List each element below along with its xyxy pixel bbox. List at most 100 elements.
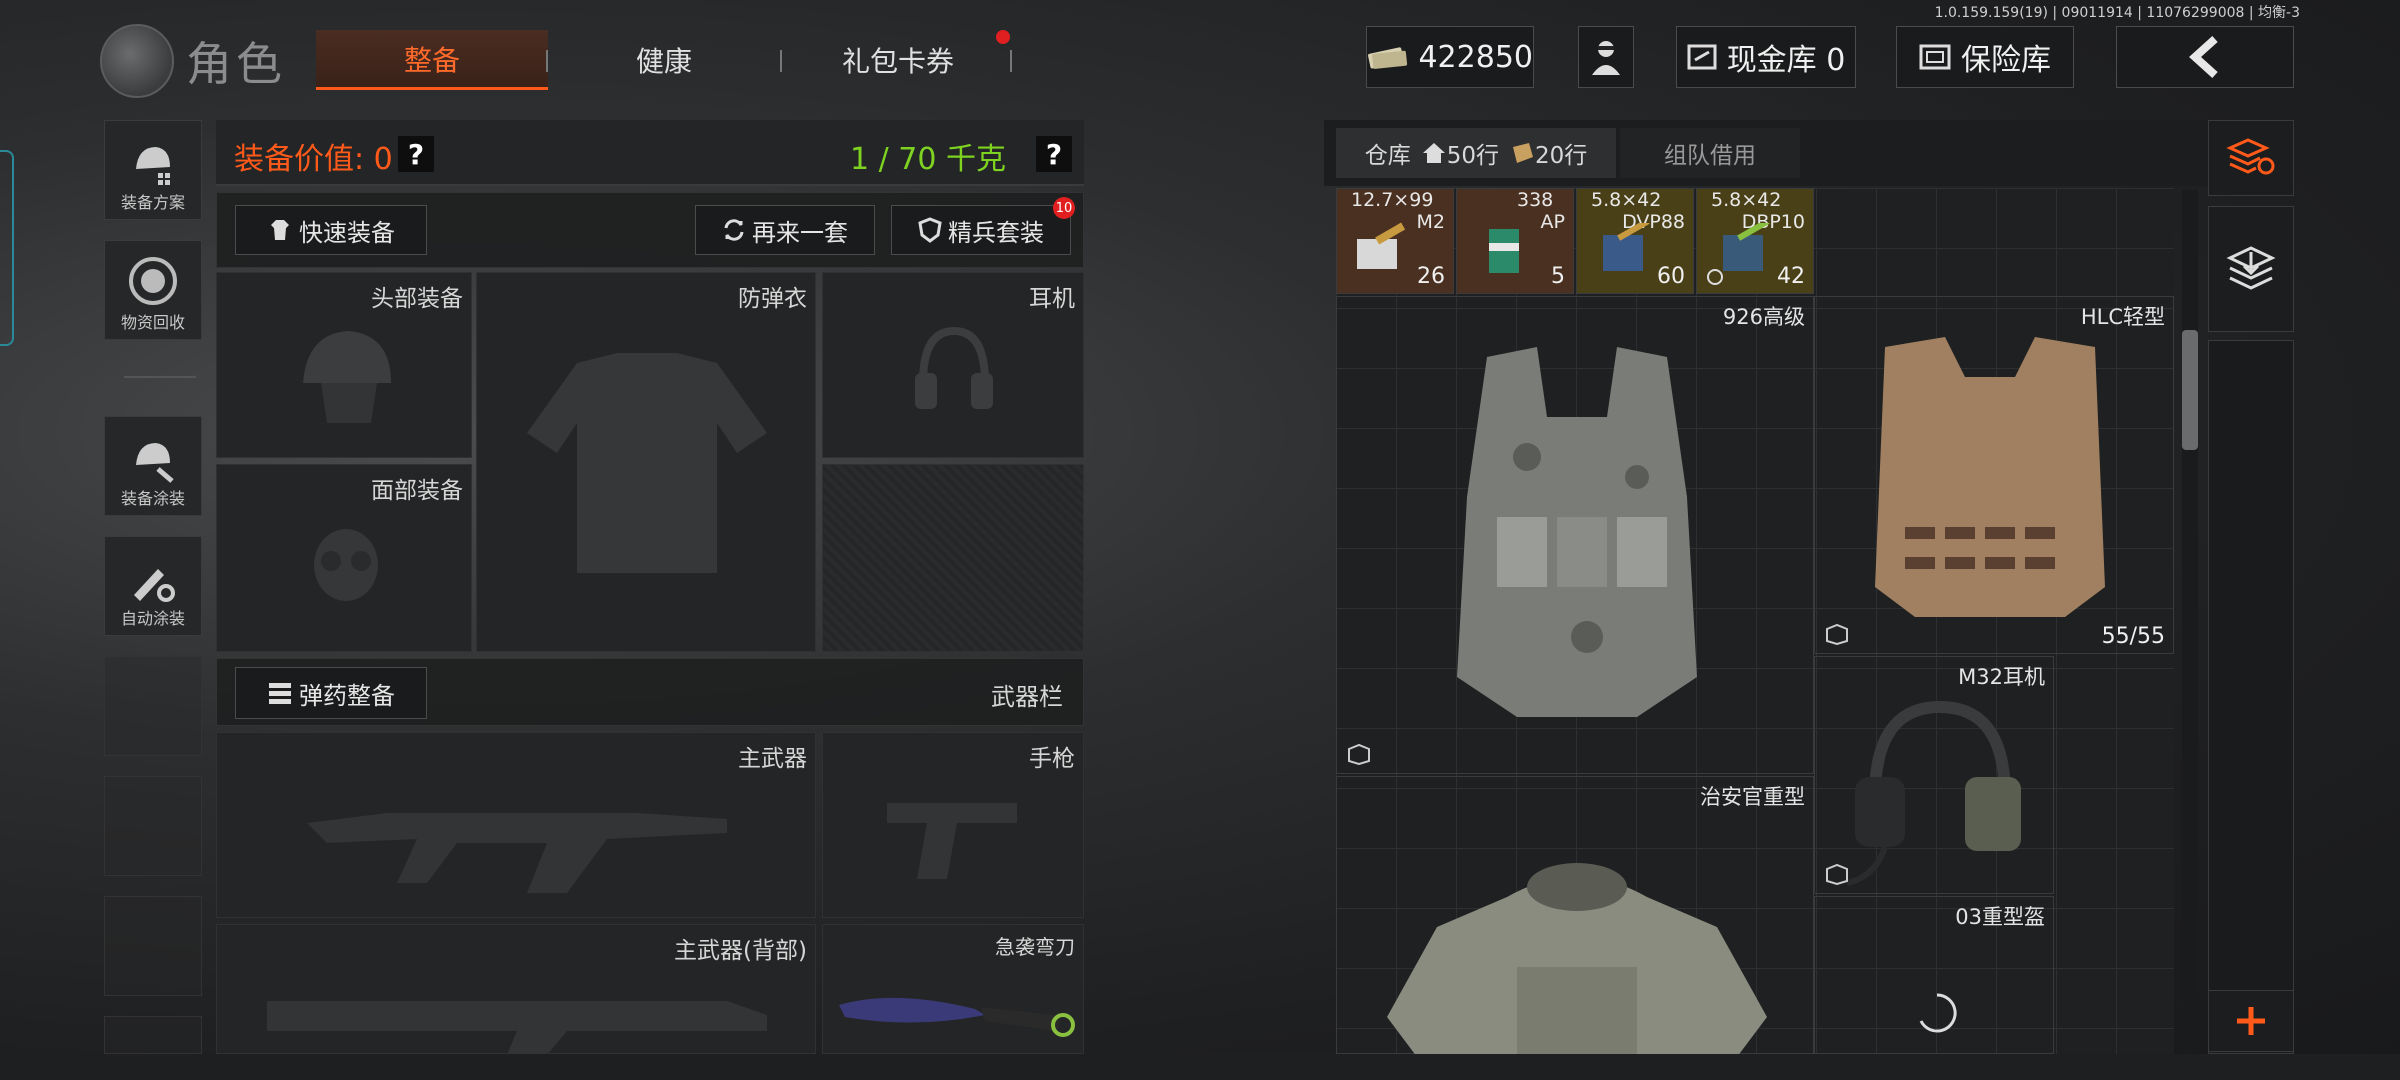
item-hlc-durability: 55/55 <box>2101 624 2165 649</box>
cash-vault-label: 现金库 0 <box>1726 43 1846 78</box>
ammo-caliber: 12.7×99 <box>1351 189 1434 211</box>
ammo-caliber: 338 <box>1517 189 1554 211</box>
slot-armor[interactable]: 防弹衣 <box>476 272 816 652</box>
item-m32-headset[interactable]: M32耳机 <box>1814 656 2054 894</box>
version-info: 1.0.159.159(19) | 09011914 | 11076299008… <box>1934 5 2300 21</box>
ammo-count: 26 <box>1417 264 1445 289</box>
tab-gift[interactable]: 礼包卡券 <box>782 30 1014 90</box>
slot-primary-back[interactable]: 主武器(背部) <box>216 924 816 1055</box>
ammo-item[interactable]: 338 AP 5 <box>1456 188 1574 294</box>
tab-equip[interactable]: 整备 <box>316 30 548 90</box>
sidebar-plan-label: 装备方案 <box>120 193 185 212</box>
elite-set-button[interactable]: 精兵套装 <box>891 205 1071 255</box>
loading-spinner-icon <box>1919 993 1957 1033</box>
sidebar-empty-slot <box>104 896 202 996</box>
weight-value: 1 / 70 千克 <box>850 142 1006 177</box>
ammo-caliber: 5.8×42 <box>1711 189 1782 211</box>
ammo-equip-label: 弹药整备 <box>299 681 395 710</box>
sidebar-empty-slot <box>104 776 202 876</box>
slot-head[interactable]: 头部装备 <box>216 272 472 458</box>
sidebar-recycle[interactable]: 物资回收 <box>104 240 202 340</box>
ammo-box-icon <box>1723 223 1770 271</box>
helmet-skin-icon <box>136 443 174 483</box>
slot-ear-label: 耳机 <box>1029 286 1075 312</box>
tab-team-borrow[interactable]: 组队借用 <box>1620 128 1800 178</box>
elite-badge: 10 <box>1053 197 1075 219</box>
slot-primary[interactable]: 主武器 <box>216 732 816 918</box>
item-helmet-03[interactable]: 03重型盔 <box>1814 896 2054 1054</box>
tab-warehouse[interactable]: 仓库 50行 20行 <box>1336 128 1616 178</box>
item-hlc-vest[interactable]: HLC轻型 55/55 <box>1814 296 2174 654</box>
sort-button[interactable] <box>2208 120 2294 196</box>
store-all-button[interactable] <box>2208 206 2294 332</box>
headset-silhouette-icon <box>915 326 993 409</box>
quick-equip-button[interactable]: 快速装备 <box>235 205 427 255</box>
tab-health[interactable]: 健康 <box>548 30 780 90</box>
warehouse-rows-ext: 20行 <box>1535 143 1588 169</box>
equipment-value: 装备价值: 0 <box>234 142 393 177</box>
item-police-name: 治安官重型 <box>1700 785 1805 809</box>
slot-head-label: 头部装备 <box>371 286 463 312</box>
safe-icon <box>1919 44 1951 70</box>
ammo-item[interactable]: 5.8×42 DBP10 42 <box>1696 188 1814 294</box>
add-button[interactable] <box>2208 990 2294 1052</box>
slot-primary-back-label: 主武器(背部) <box>674 938 807 964</box>
ammo-box-icon <box>1357 222 1406 269</box>
globe-icon <box>100 24 174 98</box>
ammo-count: 5 <box>1551 264 1565 289</box>
knife-icon <box>839 997 1075 1037</box>
ticket-icon <box>1513 143 1533 163</box>
elite-set-label: 精兵套装 <box>948 218 1044 247</box>
safe-vault-label: 保险库 <box>1961 43 2051 78</box>
notification-dot <box>996 30 1010 44</box>
right-column-fill <box>2208 340 2294 1054</box>
shirt-icon <box>271 220 289 240</box>
page-title: 角色 <box>186 37 286 91</box>
plus-icon <box>2237 1007 2265 1035</box>
ammo-item[interactable]: 12.7×99 M2 26 <box>1336 188 1454 294</box>
slot-melee[interactable]: 急袭弯刀 <box>822 924 1084 1054</box>
layers-download-icon <box>2226 246 2276 290</box>
ammo-equip-button[interactable]: 弹药整备 <box>235 667 427 719</box>
sidebar-autoskin-label: 自动涂装 <box>120 609 185 628</box>
safe-vault-button[interactable]: 保险库 <box>1896 26 2074 88</box>
money-display: 422850 <box>1366 26 1534 88</box>
weapon-bar-label: 武器栏 <box>991 683 1063 711</box>
item-vest-926[interactable]: 926高级 <box>1336 296 1814 774</box>
help-icon[interactable]: ? <box>398 136 434 172</box>
package-icon <box>1826 623 1848 645</box>
vault-card-icon <box>1687 44 1717 70</box>
item-vest-926-name: 926高级 <box>1722 305 1805 329</box>
slot-ear[interactable]: 耳机 <box>822 272 1084 458</box>
tactical-vest-icon <box>1457 347 1697 717</box>
sidebar-autoskin[interactable]: 自动涂装 <box>104 536 202 636</box>
item-police-armor[interactable]: 治安官重型 <box>1336 776 1814 1057</box>
ammo-count: 60 <box>1657 264 1685 289</box>
agent-button[interactable] <box>1578 26 1634 88</box>
refresh-icon <box>724 219 744 241</box>
ammo-box-icon <box>1489 229 1519 273</box>
ammo-icon <box>269 683 291 704</box>
plate-carrier-icon <box>1875 337 2105 617</box>
back-button[interactable] <box>2116 26 2294 88</box>
quick-equip-label: 快速装备 <box>299 218 395 247</box>
help-icon[interactable]: ? <box>1036 136 1072 172</box>
sidebar-skin[interactable]: 装备涂装 <box>104 416 202 516</box>
slot-armor-label: 防弹衣 <box>738 286 807 312</box>
bottom-bar <box>0 1054 2400 1080</box>
again-button[interactable]: 再来一套 <box>695 205 875 255</box>
ammo-item[interactable]: 5.8×42 DVP88 60 <box>1576 188 1694 294</box>
slot-face[interactable]: 面部装备 <box>216 464 472 652</box>
shield-icon <box>918 217 942 243</box>
ammo-count: 42 <box>1777 264 1805 289</box>
cash-vault-button[interactable]: 现金库 0 <box>1676 26 1856 88</box>
sidebar-plan[interactable]: 装备方案 <box>104 120 202 220</box>
scroll-track <box>2182 190 2198 1054</box>
slot-primary-label: 主武器 <box>738 746 807 772</box>
scrollbar-thumb[interactable] <box>2182 330 2198 450</box>
helmet-plan-icon <box>136 147 170 185</box>
sidebar-divider <box>124 376 196 378</box>
slot-pistol[interactable]: 手枪 <box>822 732 1084 918</box>
equipment-value-bar: 装备价值: 0 ? 1 / 70 千克 ? <box>216 120 1084 186</box>
package-icon <box>1826 863 1848 885</box>
